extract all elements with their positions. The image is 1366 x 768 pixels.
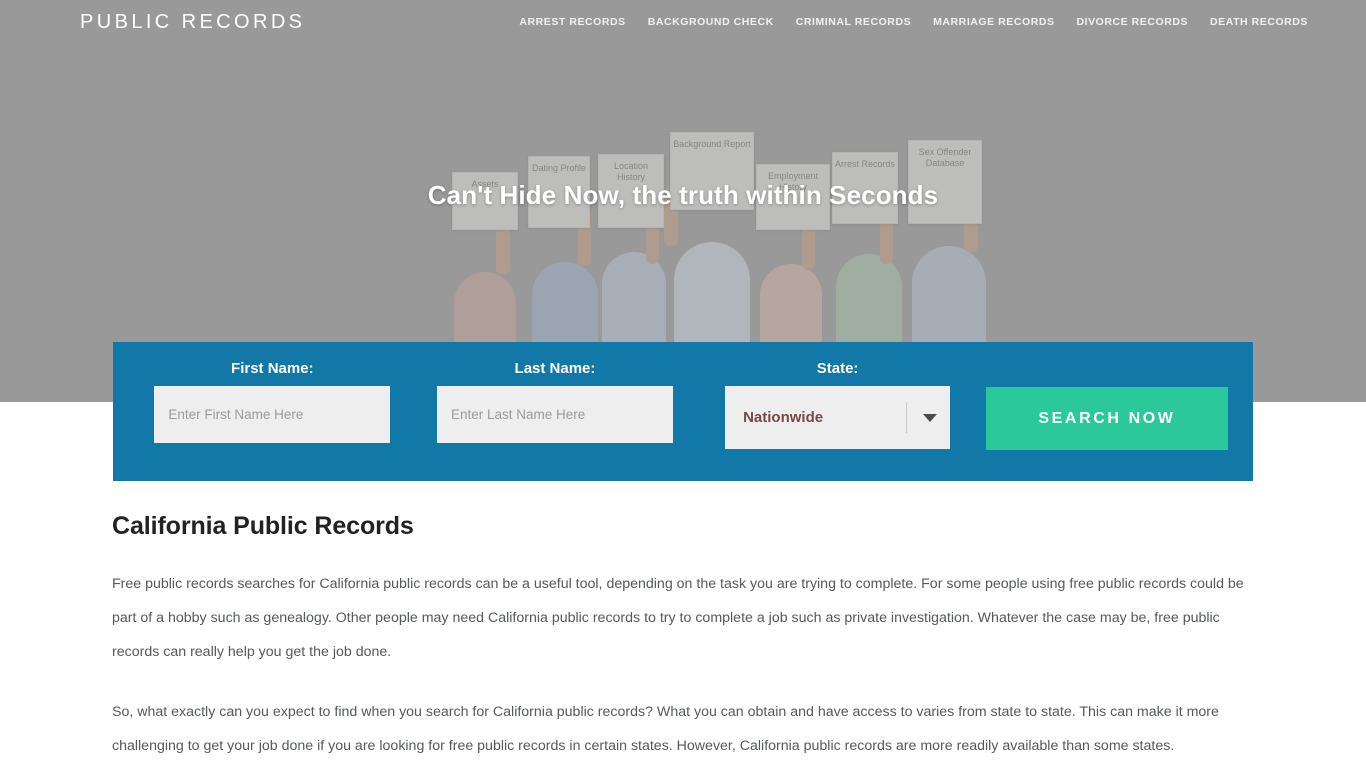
last-name-label: Last Name: (514, 360, 596, 377)
nav-item-death-records[interactable]: DEATH RECORDS (1210, 16, 1308, 28)
main-navigation: ARREST RECORDS BACKGROUND CHECK CRIMINAL… (519, 16, 1308, 28)
site-logo[interactable]: PUBLIC RECORDS (80, 11, 305, 34)
state-select-value: Nationwide (743, 409, 824, 426)
state-label: State: (816, 360, 859, 377)
first-name-input[interactable] (154, 386, 391, 443)
search-form-panel: First Name: Last Name: State: Nationwide… (113, 342, 1253, 481)
nav-item-criminal-records[interactable]: CRIMINAL RECORDS (796, 16, 911, 28)
article-paragraph: So, what exactly can you expect to find … (112, 704, 1219, 754)
submit-field-group: SEARCH NOW (979, 360, 1235, 450)
article-paragraph: Free public records searches for Califor… (112, 576, 1244, 660)
state-field-group: State: Nationwide (696, 360, 979, 449)
site-header: PUBLIC RECORDS ARREST RECORDS BACKGROUND… (0, 0, 1366, 44)
nav-item-arrest-records[interactable]: ARREST RECORDS (519, 16, 625, 28)
last-name-field-group: Last Name: (414, 360, 697, 443)
first-name-field-group: First Name: (131, 360, 414, 443)
hero-heading: Can't Hide Now, the truth within Seconds (427, 180, 939, 210)
chevron-down-icon (923, 413, 938, 422)
nav-item-background-check[interactable]: BACKGROUND CHECK (648, 16, 774, 28)
state-select[interactable]: Nationwide (725, 386, 951, 449)
search-now-button[interactable]: SEARCH NOW (985, 387, 1228, 450)
nav-item-divorce-records[interactable]: DIVORCE RECORDS (1077, 16, 1189, 28)
first-name-label: First Name: (231, 360, 314, 377)
last-name-input[interactable] (436, 386, 673, 443)
page-title: California Public Records (112, 512, 414, 540)
select-divider (906, 402, 908, 433)
nav-item-marriage-records[interactable]: MARRIAGE RECORDS (933, 16, 1054, 28)
